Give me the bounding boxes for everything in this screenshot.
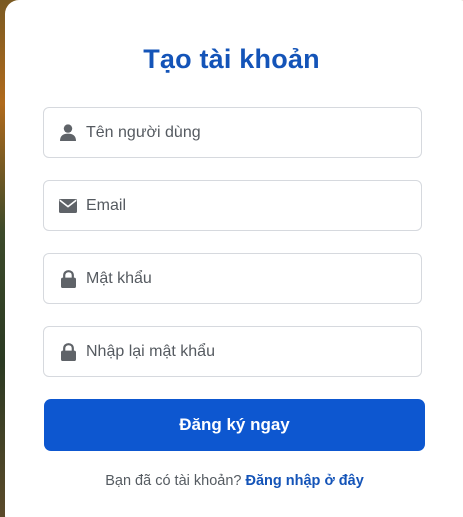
lock-icon: [59, 342, 77, 361]
register-button[interactable]: Đăng ký ngay: [44, 399, 425, 451]
user-icon: [59, 124, 77, 142]
login-prompt-text: Bạn đã có tài khoản?: [105, 473, 242, 489]
login-link[interactable]: Đăng nhập ở đây: [246, 473, 364, 489]
confirm-password-input[interactable]: [86, 327, 406, 376]
envelope-icon: [59, 197, 77, 215]
page-title: Tạo tài khoản: [143, 44, 320, 74]
password-field[interactable]: [43, 253, 422, 304]
login-prompt: Bạn đã có tài khoản? Đăng nhập ở đây: [0, 473, 463, 489]
email-input[interactable]: [86, 181, 406, 230]
confirm-password-field[interactable]: [43, 326, 422, 377]
username-field[interactable]: [43, 107, 422, 158]
lock-icon: [59, 269, 77, 288]
username-input[interactable]: [86, 108, 406, 157]
email-field[interactable]: [43, 180, 422, 231]
password-input[interactable]: [86, 254, 406, 303]
